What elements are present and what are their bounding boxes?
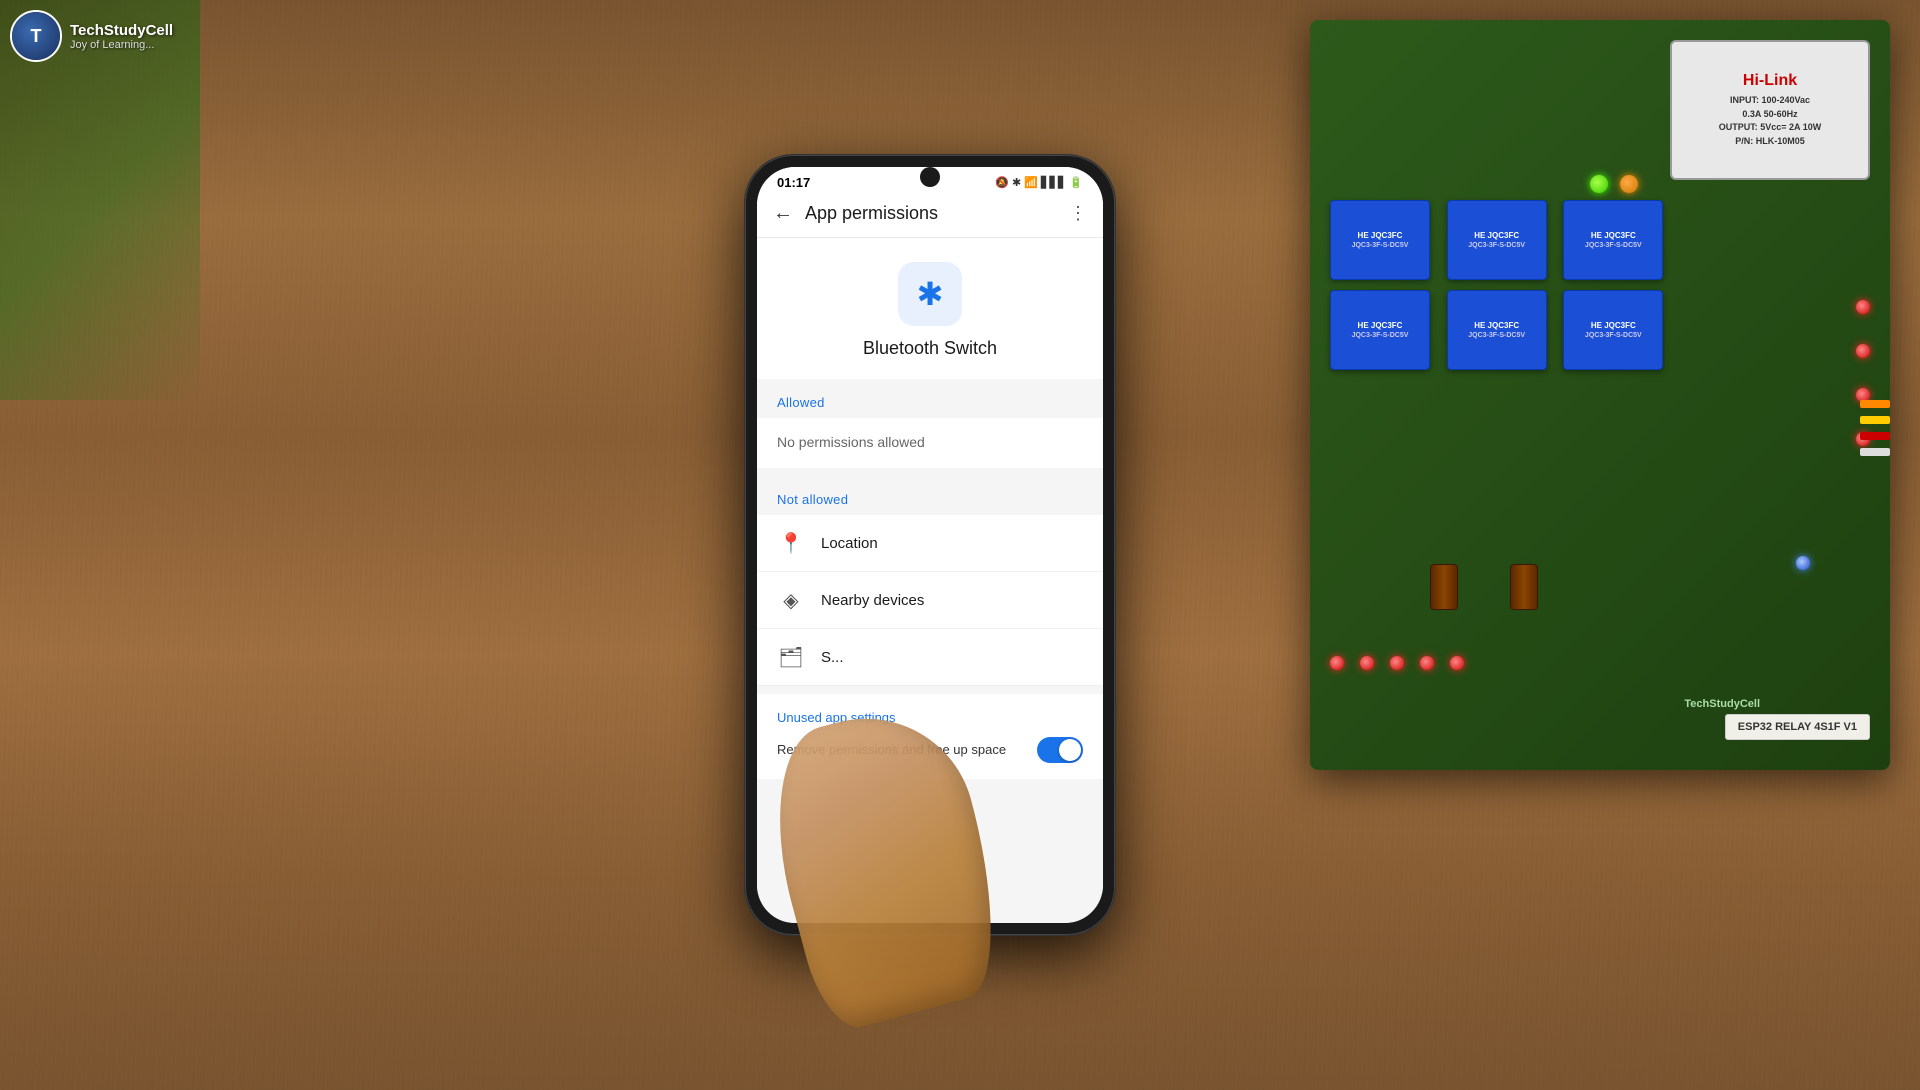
allowed-empty-text: No permissions allowed [777,434,925,450]
relay-module-6: HE JQC3FC JQC3-3F-S-DC5V [1563,290,1663,370]
wire-white [1860,448,1890,456]
signal-icon: ▋▋▋ [1041,176,1066,189]
led-red-bot-5 [1450,656,1464,670]
relay-label-2: HE JQC3FC [1474,231,1519,240]
hilink-module: Hi-Link INPUT: 100-240Vac 0.3A 50-60Hz O… [1670,40,1870,180]
silent-icon: 🔕 [995,176,1009,189]
camera-notch [920,167,940,187]
relay-module-4: HE JQC3FC JQC3-3F-S-DC5V [1330,290,1430,370]
channel-name: TechStudyCell [70,22,173,39]
hilink-text: INPUT: 100-240Vac 0.3A 50-60Hz OUTPUT: 5… [1719,94,1821,148]
channel-avatar: T [10,10,62,62]
bluetooth-status-icon: ✱ [1012,176,1021,189]
relay-sub-5: JQC3-3F-S-DC5V [1468,332,1525,339]
avatar-letter: T [31,26,42,47]
back-button[interactable]: ← [773,202,793,225]
battery-icon: 🔋 [1069,176,1083,189]
led-red-2 [1856,344,1870,358]
circuit-board-inner: Hi-Link INPUT: 100-240Vac 0.3A 50-60Hz O… [1310,20,1890,770]
wire-yellow [1860,416,1890,424]
app-icon-circle: ✱ [898,262,962,326]
relay-sub-3: JQC3-3F-S-DC5V [1585,242,1642,249]
led-blue [1796,556,1810,570]
wire-red [1860,432,1890,440]
led-red-bot-4 [1420,656,1434,670]
relay-module-5: HE JQC3FC JQC3-3F-S-DC5V [1447,290,1547,370]
hilink-logo: Hi-Link [1743,72,1797,90]
relay-grid: HE JQC3FC JQC3-3F-S-DC5V HE JQC3FC JQC3-… [1330,200,1670,370]
relay-sub-4: JQC3-3F-S-DC5V [1352,332,1409,339]
app-name: Bluetooth Switch [863,338,997,359]
permission-item-nearby[interactable]: ◈ Nearby devices [757,572,1103,629]
unused-title: Unused app settings [777,710,1083,725]
remove-permissions-toggle[interactable] [1037,737,1083,763]
relay-label-4: HE JQC3FC [1358,321,1403,330]
bluetooth-icon: ✱ [917,275,944,313]
led-power-green [1590,175,1608,193]
storage-label: S... [821,649,844,666]
led-relay-orange [1620,175,1638,193]
avatar-inner: T [12,12,60,60]
allowed-empty-section: No permissions allowed [757,418,1103,468]
led-red-bot-1 [1330,656,1344,670]
relay-label-1: HE JQC3FC [1358,231,1403,240]
relay-label-6: HE JQC3FC [1591,321,1636,330]
location-icon: 📍 [777,529,805,557]
permission-item-location[interactable]: 📍 Location [757,515,1103,572]
bottom-red-leds [1330,656,1464,670]
relay-label-5: HE JQC3FC [1474,321,1519,330]
studycell-watermark: TechStudyCell [1684,698,1760,710]
channel-logo: T TechStudyCell Joy of Learning... [10,10,173,62]
not-allowed-section-header: Not allowed [757,476,1103,515]
nearby-label: Nearby devices [821,592,924,609]
relay-module-1: HE JQC3FC JQC3-3F-S-DC5V [1330,200,1430,280]
led-red-bot-2 [1360,656,1374,670]
phone-outer: 01:17 🔕 ✱ 📶 ▋▋▋ 🔋 ← App permissions ⋮ ✱ [745,155,1115,935]
relay-module-2: HE JQC3FC JQC3-3F-S-DC5V [1447,200,1547,280]
toggle-knob [1059,739,1081,761]
relay-module-3: HE JQC3FC JQC3-3F-S-DC5V [1563,200,1663,280]
relay-sub-2: JQC3-3F-S-DC5V [1468,242,1525,249]
esp32-label: ESP32 RELAY 4S1F V1 [1725,714,1870,740]
led-red-1 [1856,300,1870,314]
red-leds-column [1856,300,1870,446]
relay-sub-1: JQC3-3F-S-DC5V [1352,242,1409,249]
capacitor-1 [1430,564,1458,610]
relay-sub-6: JQC3-3F-S-DC5V [1585,332,1642,339]
wire-orange [1860,400,1890,408]
status-icons: 🔕 ✱ 📶 ▋▋▋ 🔋 [995,176,1083,189]
permission-item-storage[interactable]: 🗂 S... [757,629,1103,686]
phone: 01:17 🔕 ✱ 📶 ▋▋▋ 🔋 ← App permissions ⋮ ✱ [745,155,1115,935]
app-icon-area: ✱ Bluetooth Switch [757,238,1103,379]
channel-info: TechStudyCell Joy of Learning... [70,22,173,51]
capacitor-2 [1510,564,1538,610]
more-menu-button[interactable]: ⋮ [1069,203,1087,224]
circuit-board: Hi-Link INPUT: 100-240Vac 0.3A 50-60Hz O… [1310,20,1890,770]
storage-icon: 🗂 [777,643,805,671]
nearby-icon: ◈ [777,586,805,614]
relay-label-3: HE JQC3FC [1591,231,1636,240]
channel-subtitle: Joy of Learning... [70,39,173,51]
allowed-section-header: Allowed [757,379,1103,418]
wifi-icon: 📶 [1024,176,1038,189]
location-label: Location [821,535,878,552]
status-time: 01:17 [777,175,810,190]
led-red-bot-3 [1390,656,1404,670]
app-bar-title: App permissions [805,203,1057,224]
app-bar: ← App permissions ⋮ [757,194,1103,238]
